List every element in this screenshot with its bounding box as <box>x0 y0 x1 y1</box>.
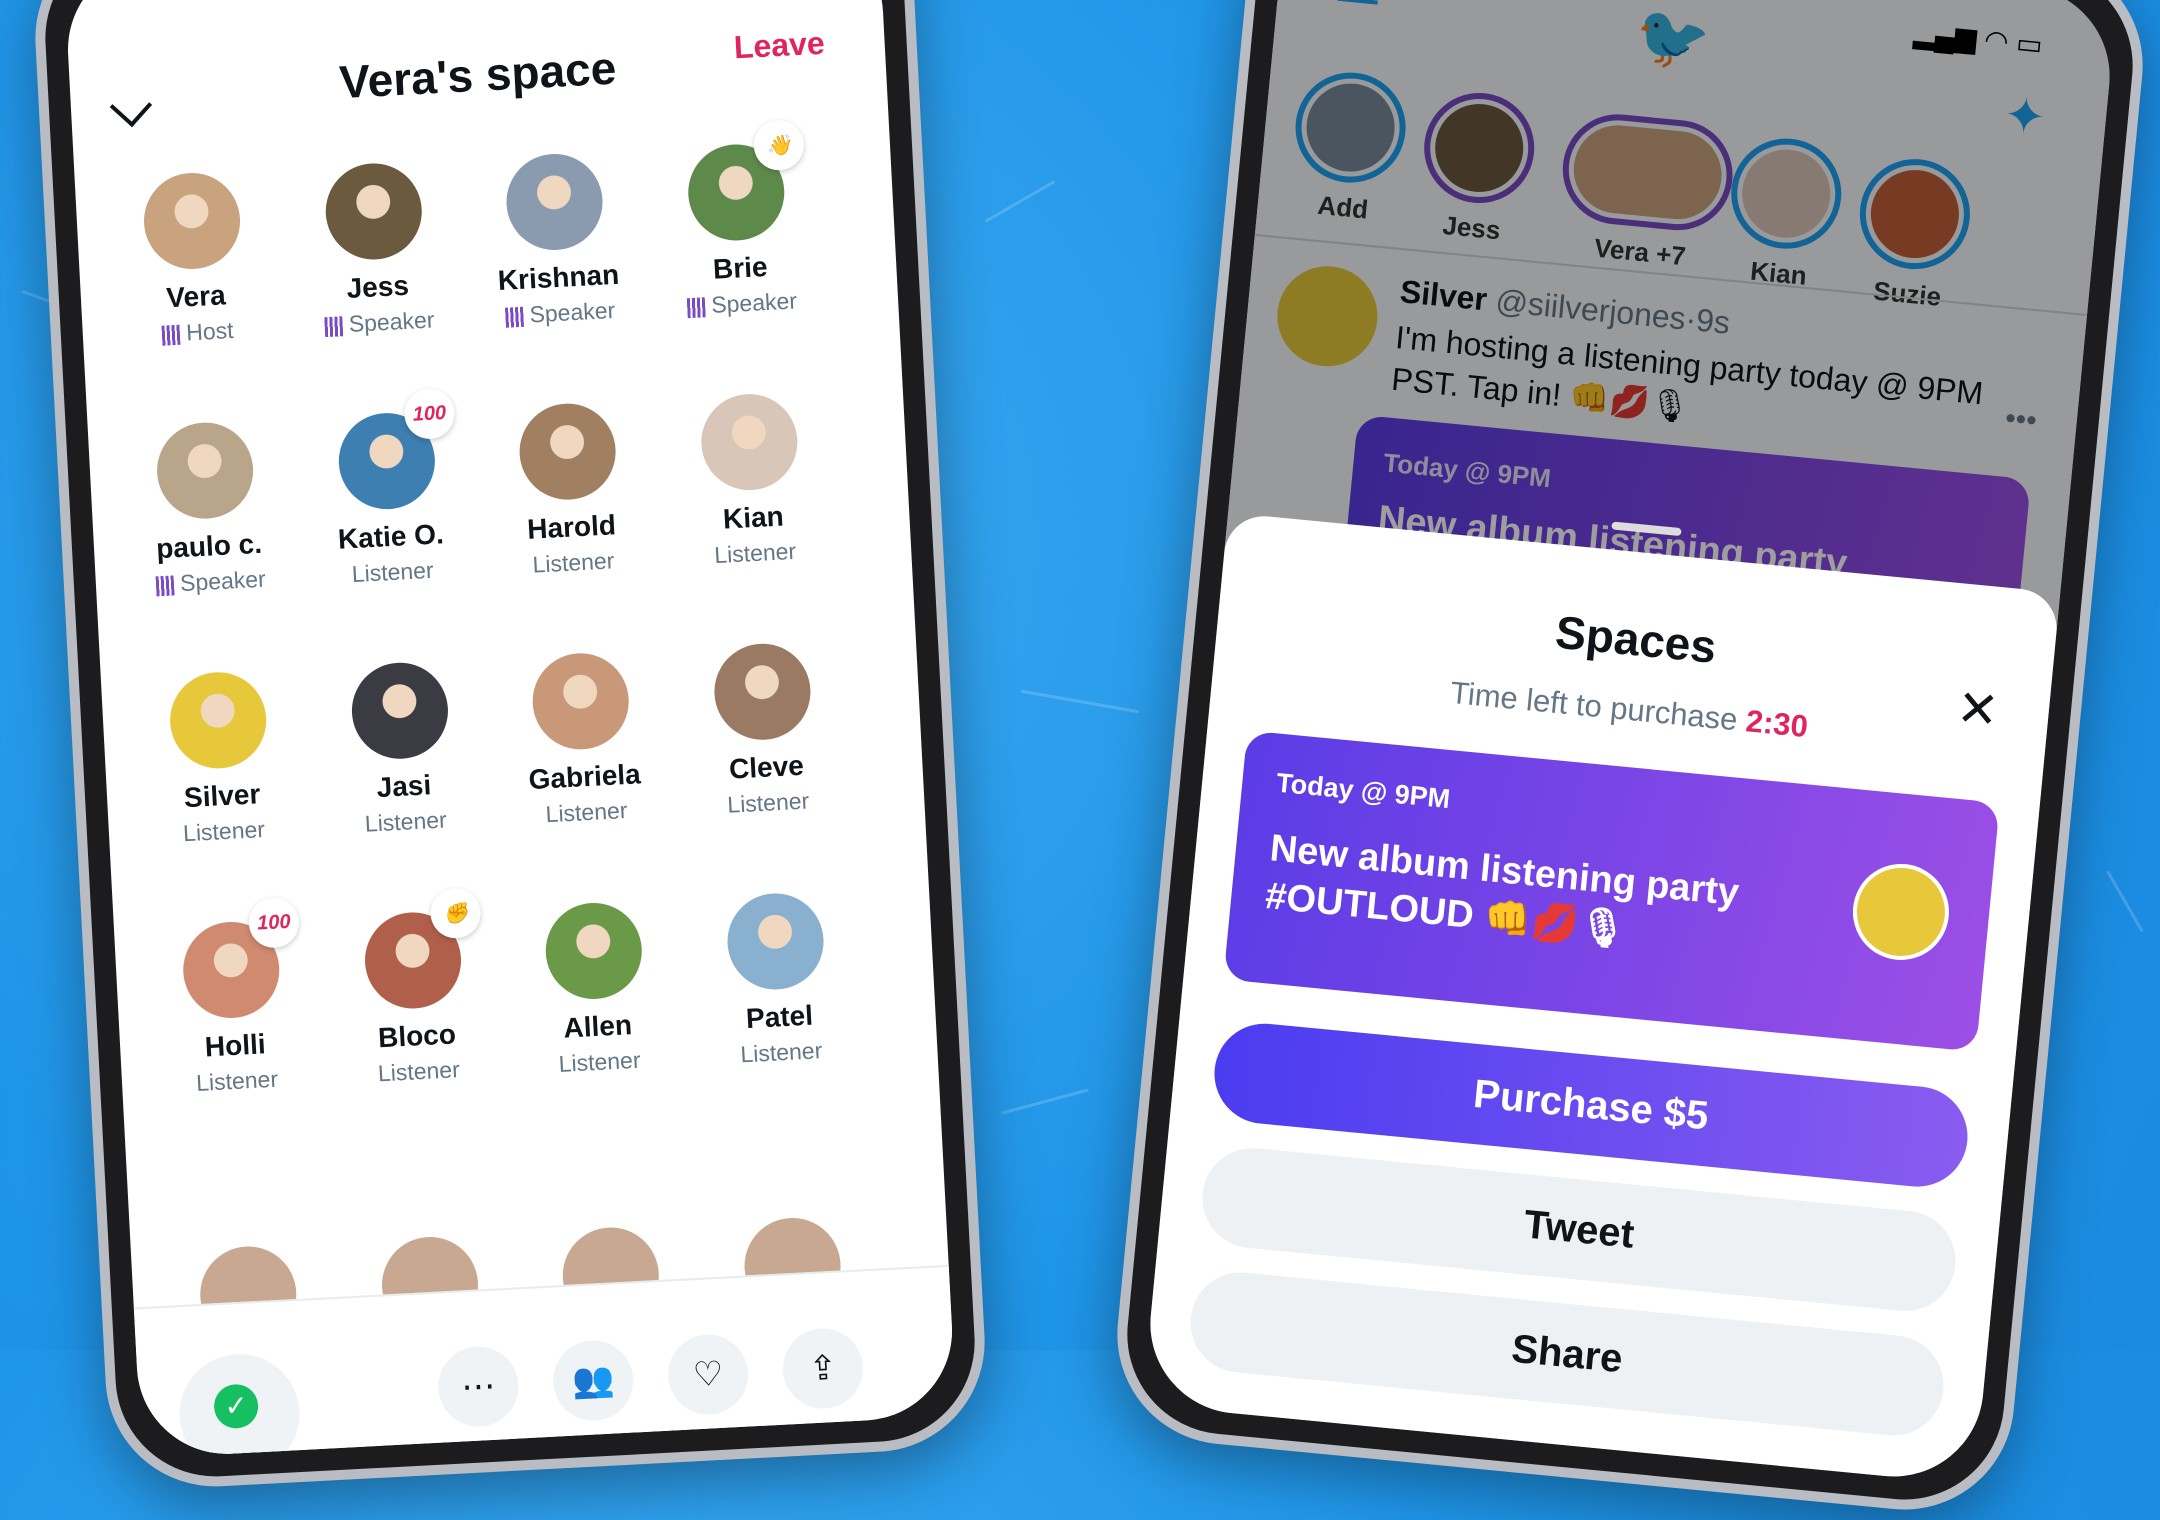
hundred-emoji: 100 <box>247 896 301 949</box>
participant-role: Listener <box>558 1046 642 1077</box>
participant[interactable]: Kian Listener <box>652 389 851 572</box>
more-icon[interactable]: ⋯ <box>436 1344 521 1429</box>
sound-wave-icon <box>161 324 181 346</box>
avatar <box>543 900 645 1002</box>
participant-role: Host <box>185 316 235 346</box>
sound-wave-icon <box>324 316 344 338</box>
fist-emoji: ✊ <box>429 886 482 940</box>
mic-check-icon: ✓ <box>212 1383 260 1430</box>
participant[interactable]: Silver Listener <box>121 667 320 850</box>
sound-wave-icon <box>686 297 706 319</box>
participant-name: Kian <box>722 500 785 535</box>
avatar <box>725 891 826 992</box>
sound-wave-icon <box>505 306 525 328</box>
participant-role: Speaker <box>179 565 267 597</box>
participant-role: Listener <box>377 1056 461 1087</box>
space-screen: Vera's space Leave Vera Host Jess Speake… <box>63 0 957 1459</box>
participant[interactable]: 100 Katie O. Listener <box>289 387 488 591</box>
participant-name: Jess <box>345 269 410 304</box>
avatar <box>349 660 451 762</box>
avatar <box>530 650 632 752</box>
participant-name: Katie O. <box>337 518 445 555</box>
avatar <box>141 170 243 272</box>
participant-name: Jasi <box>375 769 432 804</box>
avatar: 100 <box>336 387 456 512</box>
participant[interactable]: 👋 Brie Speaker <box>639 118 838 323</box>
participant[interactable]: Jasi Listener <box>303 658 502 841</box>
twitter-home-screen: ▂▄▆ ◠ ▭ 🐦 ✦ Add Jess Vera +7 Kian Suzie … <box>1142 0 2118 1485</box>
participant-role: Listener <box>531 547 615 578</box>
participant[interactable]: Cleve Listener <box>665 639 864 822</box>
right-phone: ▂▄▆ ◠ ▭ 🐦 ✦ Add Jess Vera +7 Kian Suzie … <box>1107 0 2153 1520</box>
card-emojis: 👊💋🎙 <box>1482 896 1629 952</box>
participant-name: paulo c. <box>155 527 263 565</box>
avatar <box>504 151 605 253</box>
avatar: ✊ <box>362 886 482 1011</box>
avatar <box>154 420 256 522</box>
sound-wave-icon <box>155 575 175 597</box>
participant-name: Vera <box>165 279 227 314</box>
participant-role: Listener <box>182 816 266 847</box>
wave-emoji: 👋 <box>752 118 806 172</box>
participant-name: Brie <box>712 250 769 285</box>
avatar <box>167 669 269 771</box>
participant-name: Krishnan <box>497 258 620 297</box>
participant-role: Listener <box>364 806 448 837</box>
participant-role: Speaker <box>528 296 616 328</box>
participant[interactable]: Vera Host <box>95 168 294 351</box>
participant-name: Allen <box>562 1009 633 1044</box>
share-icon[interactable]: ⇪ <box>780 1326 865 1411</box>
participant-name: Bloco <box>377 1018 457 1054</box>
spaces-sheet: Spaces ✕ Time left to purchase 2:30 Toda… <box>1142 512 2061 1485</box>
timer-label: Time left to purchase <box>1448 674 1740 738</box>
avatar <box>323 161 425 262</box>
participant-name: Patel <box>745 999 814 1035</box>
participant[interactable]: Krishnan Speaker <box>457 149 656 332</box>
participant[interactable]: Jess Speaker <box>276 159 475 342</box>
avatar: 👋 <box>685 118 806 243</box>
left-phone: Vera's space Leave Vera Host Jess Speake… <box>29 0 991 1492</box>
people-icon[interactable]: 👥 <box>551 1338 636 1423</box>
participant[interactable]: Allen Listener <box>496 898 695 1081</box>
timer-value: 2:30 <box>1744 703 1810 745</box>
participant[interactable]: Harold Listener <box>470 399 669 582</box>
leave-button[interactable]: Leave <box>733 25 826 67</box>
participant[interactable]: ✊ Bloco Listener <box>316 886 515 1091</box>
avatar <box>517 401 619 503</box>
avatar: 100 <box>180 896 301 1021</box>
avatar <box>698 391 800 493</box>
participant[interactable]: paulo c. Speaker <box>108 418 307 601</box>
participant-name: Cleve <box>728 749 805 785</box>
participant-role: Listener <box>739 1037 823 1068</box>
participant[interactable]: Gabriela Listener <box>483 648 682 831</box>
participant-name: Silver <box>183 778 262 814</box>
participant-name: Harold <box>526 509 617 545</box>
space-ticket-card[interactable]: Today @ 9PM New album listening party #O… <box>1223 730 2000 1052</box>
participant-role: Listener <box>713 537 797 569</box>
avatar <box>711 641 813 743</box>
participant-role: Listener <box>726 787 810 818</box>
hundred-emoji: 100 <box>403 387 456 441</box>
host-avatar <box>1848 859 1954 965</box>
heart-plus-icon[interactable]: ♡ <box>666 1332 751 1417</box>
participant-role: Speaker <box>348 306 436 337</box>
participant-name: Holli <box>204 1028 267 1063</box>
participant-role: Listener <box>351 556 435 588</box>
participant-role: Speaker <box>710 287 798 318</box>
participant-role: Listener <box>195 1065 279 1096</box>
mic-button[interactable]: ✓ <box>176 1351 303 1459</box>
participant[interactable]: Patel Listener <box>678 889 877 1072</box>
participant-role: Listener <box>544 797 629 828</box>
participant[interactable]: 100 Holli Listener <box>134 896 333 1100</box>
participant-name: Gabriela <box>527 758 642 796</box>
